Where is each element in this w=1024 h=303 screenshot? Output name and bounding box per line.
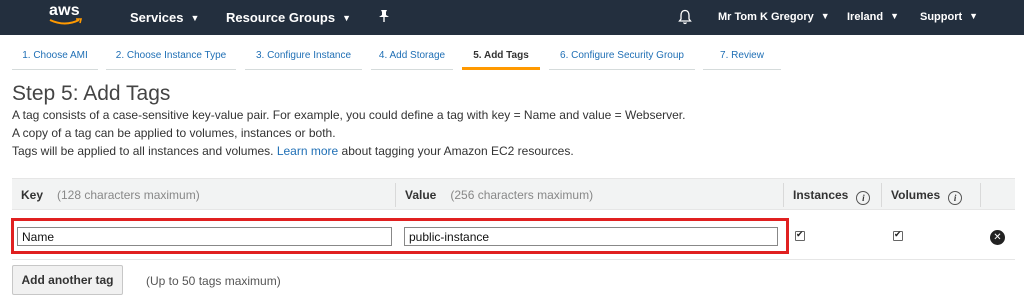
tab-add-tags[interactable]: 5. Add Tags xyxy=(462,42,540,70)
description-line-1: A tag consists of a case-sensitive key-v… xyxy=(12,108,686,122)
value-column-header: Value (256 characters maximum) xyxy=(405,188,593,202)
services-menu[interactable]: Services ▼ xyxy=(130,10,199,25)
aws-smile-icon xyxy=(49,18,83,25)
tab-review[interactable]: 7. Review xyxy=(703,42,781,70)
value-header-hint: (256 characters maximum) xyxy=(450,188,594,202)
region-menu[interactable]: Ireland ▼ xyxy=(847,11,899,23)
value-header-label: Value xyxy=(405,188,437,202)
description-line-3: Tags will be applied to all instances an… xyxy=(12,144,574,158)
chevron-down-icon: ▼ xyxy=(969,11,979,21)
chevron-down-icon: ▼ xyxy=(820,11,830,21)
region-label: Ireland xyxy=(847,11,884,23)
chevron-down-icon: ▼ xyxy=(342,13,352,23)
volumes-header-label: Volumes xyxy=(891,188,941,202)
column-divider xyxy=(980,183,981,207)
volumes-column-header: Volumes i xyxy=(891,188,963,205)
page-title: Step 5: Add Tags xyxy=(12,82,171,105)
tab-choose-ami[interactable]: 1. Choose AMI xyxy=(12,42,98,70)
column-divider xyxy=(881,183,882,207)
info-icon[interactable]: i xyxy=(948,191,963,205)
key-header-hint: (128 characters maximum) xyxy=(57,188,200,202)
resource-groups-label: Resource Groups xyxy=(226,10,336,25)
tab-choose-instance-type[interactable]: 2. Choose Instance Type xyxy=(106,42,236,70)
tab-add-storage[interactable]: 4. Add Storage xyxy=(371,42,453,70)
key-column-header: Key (128 characters maximum) xyxy=(21,188,200,202)
instances-header-label: Instances xyxy=(793,188,849,202)
description-line-3-suffix: about tagging your Amazon EC2 resources. xyxy=(341,144,574,158)
account-menu[interactable]: Mr Tom K Gregory ▼ xyxy=(718,11,830,23)
account-label: Mr Tom K Gregory xyxy=(718,11,814,23)
add-tag-limit-hint: (Up to 50 tags maximum) xyxy=(146,274,281,288)
column-divider xyxy=(783,183,784,207)
support-menu[interactable]: Support ▼ xyxy=(920,11,978,23)
instances-checkbox[interactable] xyxy=(795,229,805,241)
wizard-tabs: 1. Choose AMI 2. Choose Instance Type 3.… xyxy=(0,42,1024,71)
volumes-checkbox[interactable] xyxy=(893,229,903,241)
add-another-tag-button[interactable]: Add another tag xyxy=(12,265,123,295)
chevron-down-icon: ▼ xyxy=(890,11,899,21)
resource-groups-menu[interactable]: Resource Groups ▼ xyxy=(226,10,351,25)
info-icon[interactable]: i xyxy=(856,191,871,205)
tab-configure-security-group[interactable]: 6. Configure Security Group xyxy=(549,42,695,70)
learn-more-link[interactable]: Learn more xyxy=(277,144,338,158)
pin-icon[interactable] xyxy=(378,9,390,28)
highlight-box xyxy=(11,218,789,254)
chevron-down-icon: ▼ xyxy=(190,13,200,23)
description-line-2: A copy of a tag can be applied to volume… xyxy=(12,126,336,140)
support-label: Support xyxy=(920,11,963,23)
instances-column-header: Instances i xyxy=(793,188,871,205)
services-label: Services xyxy=(130,10,184,25)
key-header-label: Key xyxy=(21,188,44,202)
tab-configure-instance[interactable]: 3. Configure Instance xyxy=(245,42,362,70)
aws-logo[interactable]: aws xyxy=(49,2,89,32)
bell-icon[interactable] xyxy=(678,9,692,30)
top-nav: aws Services ▼ Resource Groups ▼ Mr Tom K … xyxy=(0,0,1024,35)
remove-tag-icon[interactable]: ✕ xyxy=(990,230,1005,245)
tags-table-header: Key (128 characters maximum) Value (256 ch… xyxy=(12,178,1015,210)
description-line-3-text: Tags will be applied to all instances an… xyxy=(12,144,274,158)
column-divider xyxy=(395,183,396,207)
